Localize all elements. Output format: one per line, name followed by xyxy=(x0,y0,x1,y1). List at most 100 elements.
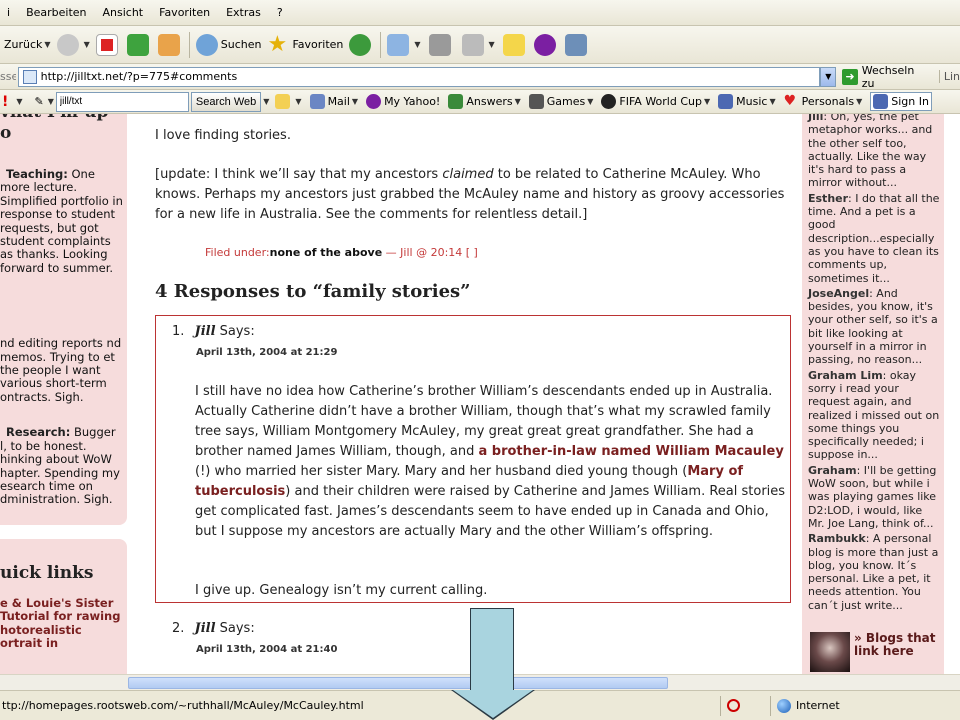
go-button[interactable]: ➜ Wechseln zu xyxy=(842,64,929,90)
teaching-text: One more lecture. Simplified portfolio i… xyxy=(0,167,123,275)
recent-comment-text[interactable]: : okay sorry i read your request again, … xyxy=(808,369,939,462)
links-item-personals[interactable]: ♥ Personals ▼ xyxy=(784,94,863,109)
brother-in-law-link[interactable]: a brother-in-law named William Macauley xyxy=(478,444,783,459)
links-item-games[interactable]: Games ▼ xyxy=(528,94,593,109)
chevron-down-icon[interactable]: ▼ xyxy=(414,40,420,49)
recent-comment-author[interactable]: Rambukk xyxy=(808,532,866,545)
menu-favorites[interactable]: Favoriten xyxy=(152,6,219,19)
chevron-down-icon[interactable]: ▼ xyxy=(44,40,50,49)
favorites-button[interactable]: ★ Favoriten xyxy=(267,31,343,57)
answers-icon xyxy=(448,94,464,109)
teaching-entry: Teaching: One more lecture. Simplified p… xyxy=(0,164,127,275)
star-icon: ★ xyxy=(267,31,288,57)
recent-comment-text[interactable]: : Oh, yes, the pet metaphor works... and… xyxy=(808,114,932,189)
heart-icon: ♥ xyxy=(783,93,797,109)
update-emphasis: claimed xyxy=(442,167,494,182)
url-dropdown-button[interactable]: ▼ xyxy=(820,66,837,87)
comment-number: 1. xyxy=(172,324,185,339)
menu-view[interactable]: Ansicht xyxy=(96,6,153,19)
research-entry: Research: Bugger l, to be honest. hinkin… xyxy=(0,422,127,506)
link-label: Games xyxy=(546,95,586,108)
scrollbar-thumb[interactable] xyxy=(128,677,668,689)
post-update: [update: I think we’ll say that my ances… xyxy=(155,165,785,225)
menu-tools[interactable]: Extras xyxy=(219,6,270,19)
comment-author-link[interactable]: Jill xyxy=(195,324,216,339)
links-item-my-yahoo[interactable]: My Yahoo! xyxy=(366,94,440,109)
quick-link-item[interactable]: e & Louie's Sister Tutorial for rawing h… xyxy=(0,593,127,651)
blogs-that-link-here[interactable]: » Blogs that link here xyxy=(810,632,938,672)
my-yahoo-icon xyxy=(366,94,382,109)
category-link[interactable]: none of the above xyxy=(270,246,383,259)
comment-date: April 13th, 2004 at 21:29 xyxy=(196,347,338,358)
post-intro: I love finding stories. xyxy=(155,128,291,143)
back-label: Zurück xyxy=(4,38,43,51)
quick-link-label: e & Louie's Sister Tutorial for rawing h… xyxy=(0,596,121,651)
url-text: http://jilltxt.net/?p=775#comments xyxy=(40,70,238,83)
highlight-icon[interactable]: ▼ xyxy=(275,94,302,109)
back-button[interactable]: Zurück ▼ xyxy=(4,38,51,51)
links-item-sign-in[interactable]: Sign In xyxy=(870,92,932,111)
yahoo-logo-icon[interactable]: ! xyxy=(2,94,8,110)
research-icon[interactable] xyxy=(564,33,587,56)
chevron-down-icon[interactable]: ▼ xyxy=(489,40,495,49)
recent-comment-author[interactable]: Graham Lim xyxy=(808,369,883,382)
chevron-down-icon[interactable]: ▼ xyxy=(16,97,22,106)
globe-icon xyxy=(777,698,791,713)
links-item-answers[interactable]: Answers ▼ xyxy=(448,94,521,109)
url-field[interactable]: http://jilltxt.net/?p=775#comments xyxy=(17,66,821,87)
research-label: Research: xyxy=(6,425,71,440)
page-icon xyxy=(22,69,37,84)
menu-edit[interactable]: Bearbeiten xyxy=(19,6,95,19)
link-label: Sign In xyxy=(891,95,929,108)
music-icon xyxy=(718,94,734,109)
recent-comment-text[interactable]: : I do that all the time. And a pet is a… xyxy=(808,192,939,285)
left-sidebar-quick-links: uick links e & Louie's Sister Tutorial f… xyxy=(0,539,127,674)
chevron-down-icon[interactable]: ▼ xyxy=(84,40,90,49)
pencil-icon[interactable]: ✎ xyxy=(35,95,44,108)
search-button[interactable]: Suchen xyxy=(195,33,261,56)
link-label: Music xyxy=(736,95,768,108)
menu-file[interactable]: i xyxy=(0,6,19,19)
messenger-icon[interactable] xyxy=(533,33,556,56)
link-label: FIFA World Cup xyxy=(619,95,702,108)
recent-comment-author[interactable]: Esther xyxy=(808,192,848,205)
go-label: Wechseln zu xyxy=(861,63,915,90)
recent-comment-author[interactable]: Graham xyxy=(808,464,857,477)
edit-icon[interactable] xyxy=(461,33,484,56)
status-url: ttp://homepages.rootsweb.com/~ruthhall/M… xyxy=(2,699,364,712)
chevron-down-icon[interactable]: ▼ xyxy=(263,97,269,106)
comment-header: 1. Jill Says: xyxy=(172,324,255,339)
left-sidebar-status: vhat I'm up o Teaching: One more lecture… xyxy=(0,114,127,525)
links-item-music[interactable]: Music ▼ xyxy=(718,94,776,109)
mail-icon[interactable] xyxy=(387,33,410,56)
search-input[interactable] xyxy=(55,91,189,112)
address-label: sse xyxy=(0,70,16,83)
recent-comment: Graham: I'll be getting WoW soon, but wh… xyxy=(802,464,944,530)
go-arrow-icon: ➜ xyxy=(842,68,858,85)
refresh-icon[interactable] xyxy=(126,33,149,56)
recent-comment-author[interactable]: JoseAngel xyxy=(808,287,869,300)
recent-comment-author[interactable]: Jill xyxy=(808,114,823,123)
stop-icon[interactable] xyxy=(95,33,118,56)
recent-comment: Graham Lim: okay sorry i read your reque… xyxy=(802,369,944,462)
links-item-mail[interactable]: Mail ▼ xyxy=(309,94,358,109)
envelope-icon xyxy=(309,94,325,109)
note-icon[interactable] xyxy=(502,33,525,56)
links-label[interactable]: Lin xyxy=(938,70,960,83)
says-label: Says: xyxy=(215,621,255,636)
home-icon[interactable] xyxy=(157,33,180,56)
comment-author-link[interactable]: Jill xyxy=(195,621,216,636)
forward-button[interactable]: ▼ xyxy=(56,33,90,56)
toolbar-separator xyxy=(188,31,190,58)
print-icon[interactable] xyxy=(428,33,451,56)
history-icon[interactable] xyxy=(349,33,372,56)
update-text: [update: I think we’ll say that my ances… xyxy=(155,167,443,182)
chevron-down-icon[interactable]: ▼ xyxy=(48,97,54,106)
recent-comment: Esther: I do that all the time. And a pe… xyxy=(802,192,944,285)
standard-toolbar: Zurück ▼ ▼ Suchen ★ Favoriten ▼ ▼ xyxy=(0,26,960,64)
menu-help[interactable]: ? xyxy=(270,6,292,19)
links-item-fifa[interactable]: FIFA World Cup ▼ xyxy=(601,94,710,109)
search-web-button[interactable]: Search Web xyxy=(190,91,262,112)
comment-date: April 13th, 2004 at 21:40 xyxy=(196,644,338,655)
says-label: Says: xyxy=(215,324,255,339)
